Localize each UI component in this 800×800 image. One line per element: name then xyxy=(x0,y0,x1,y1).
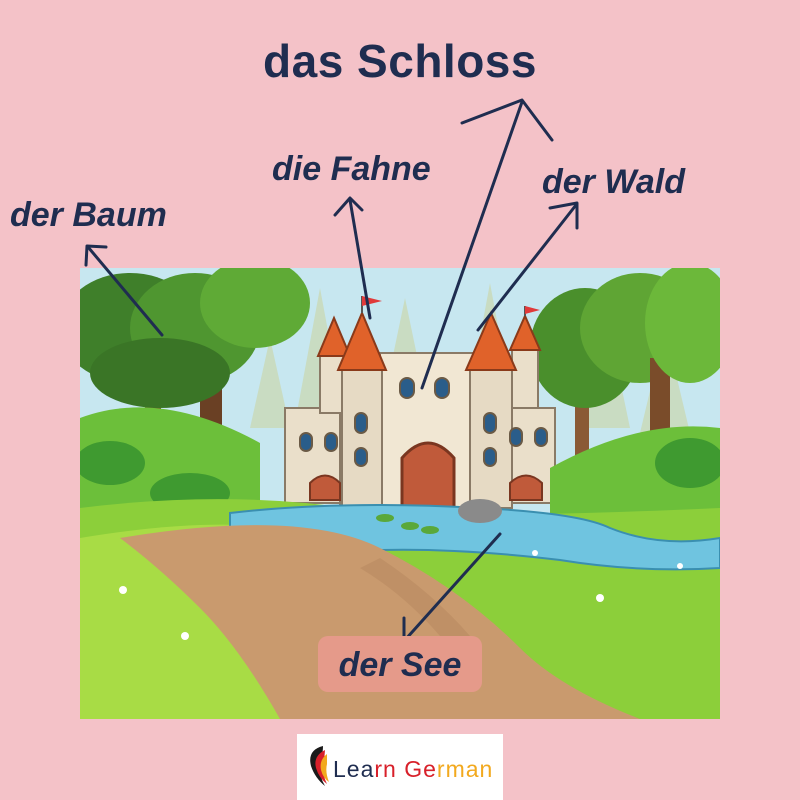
lake-label-box: der See xyxy=(318,636,482,692)
logo-text-part3: rman xyxy=(436,756,494,782)
logo-text: Learn German xyxy=(333,756,493,783)
page-title: das Schloss xyxy=(263,35,537,87)
german-flag-heart-icon xyxy=(310,746,329,786)
label-lake: der See xyxy=(338,646,462,684)
label-tree: der Baum xyxy=(10,196,167,234)
learn-german-logo: Learn German xyxy=(297,734,503,800)
label-forest: der Wald xyxy=(542,163,685,201)
label-flag: die Fahne xyxy=(272,150,431,188)
logo-text-part2: rn Ge xyxy=(374,756,437,782)
logo-text-part1: Lea xyxy=(333,756,375,782)
